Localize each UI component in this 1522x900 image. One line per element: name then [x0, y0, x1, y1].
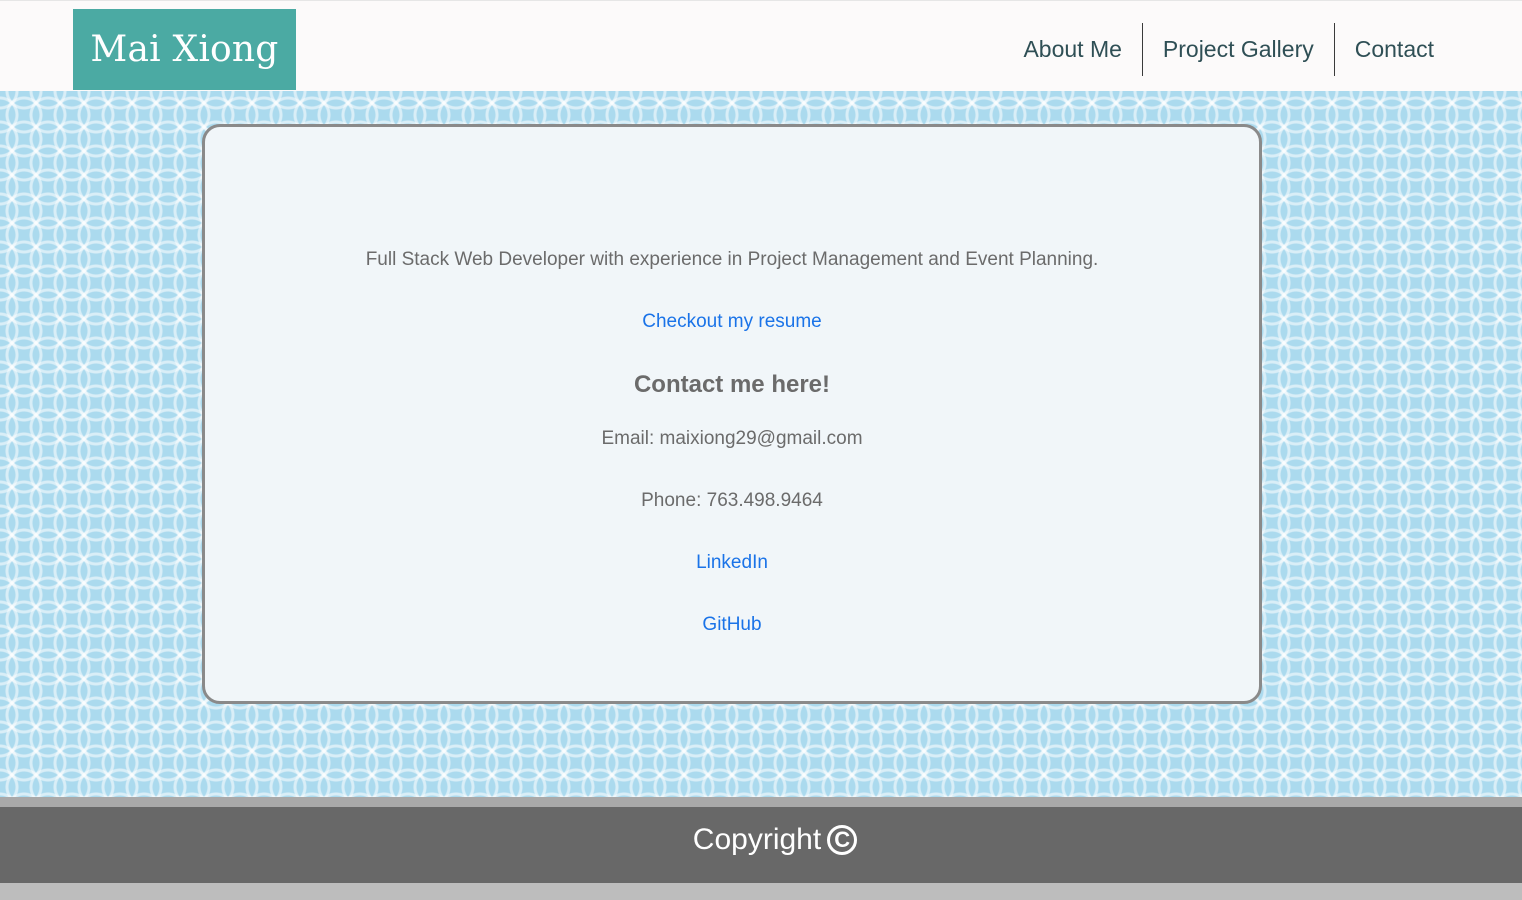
- nav-project-gallery[interactable]: Project Gallery: [1141, 23, 1334, 76]
- main-nav: About Me Project Gallery Contact: [1003, 23, 1454, 76]
- copyright-text: Copyright: [692, 823, 822, 856]
- github-link: GitHub: [205, 614, 1259, 636]
- github-link-text[interactable]: GitHub: [702, 614, 761, 636]
- resume-link: Checkout my resume: [205, 311, 1259, 333]
- copyright-icon: C: [827, 825, 858, 855]
- linkedin-link-text[interactable]: LinkedIn: [696, 552, 768, 574]
- nav-contact[interactable]: Contact: [1333, 23, 1454, 76]
- contact-heading: Contact me here!: [633, 371, 831, 398]
- site-header: Mai Xiong About Me Project Gallery Conta…: [0, 0, 1522, 91]
- copyright-notice: Copyright C: [692, 807, 858, 873]
- linkedin-link: LinkedIn: [205, 552, 1259, 574]
- footer-top-band: [0, 797, 1522, 807]
- tagline: Full Stack Web Developer with experience…: [365, 249, 1099, 270]
- email-text: Email: maixiong29@gmail.com: [601, 428, 863, 449]
- nav-about-me[interactable]: About Me: [1003, 23, 1141, 76]
- resume-link-text[interactable]: Checkout my resume: [642, 311, 822, 333]
- phone-text: Phone: 763.498.9464: [641, 490, 823, 511]
- contact-card: Full Stack Web Developer with experience…: [202, 124, 1262, 704]
- site-footer: Copyright C: [0, 807, 1522, 883]
- site-logo[interactable]: Mai Xiong: [73, 9, 296, 90]
- footer-bottom-band: [0, 883, 1522, 900]
